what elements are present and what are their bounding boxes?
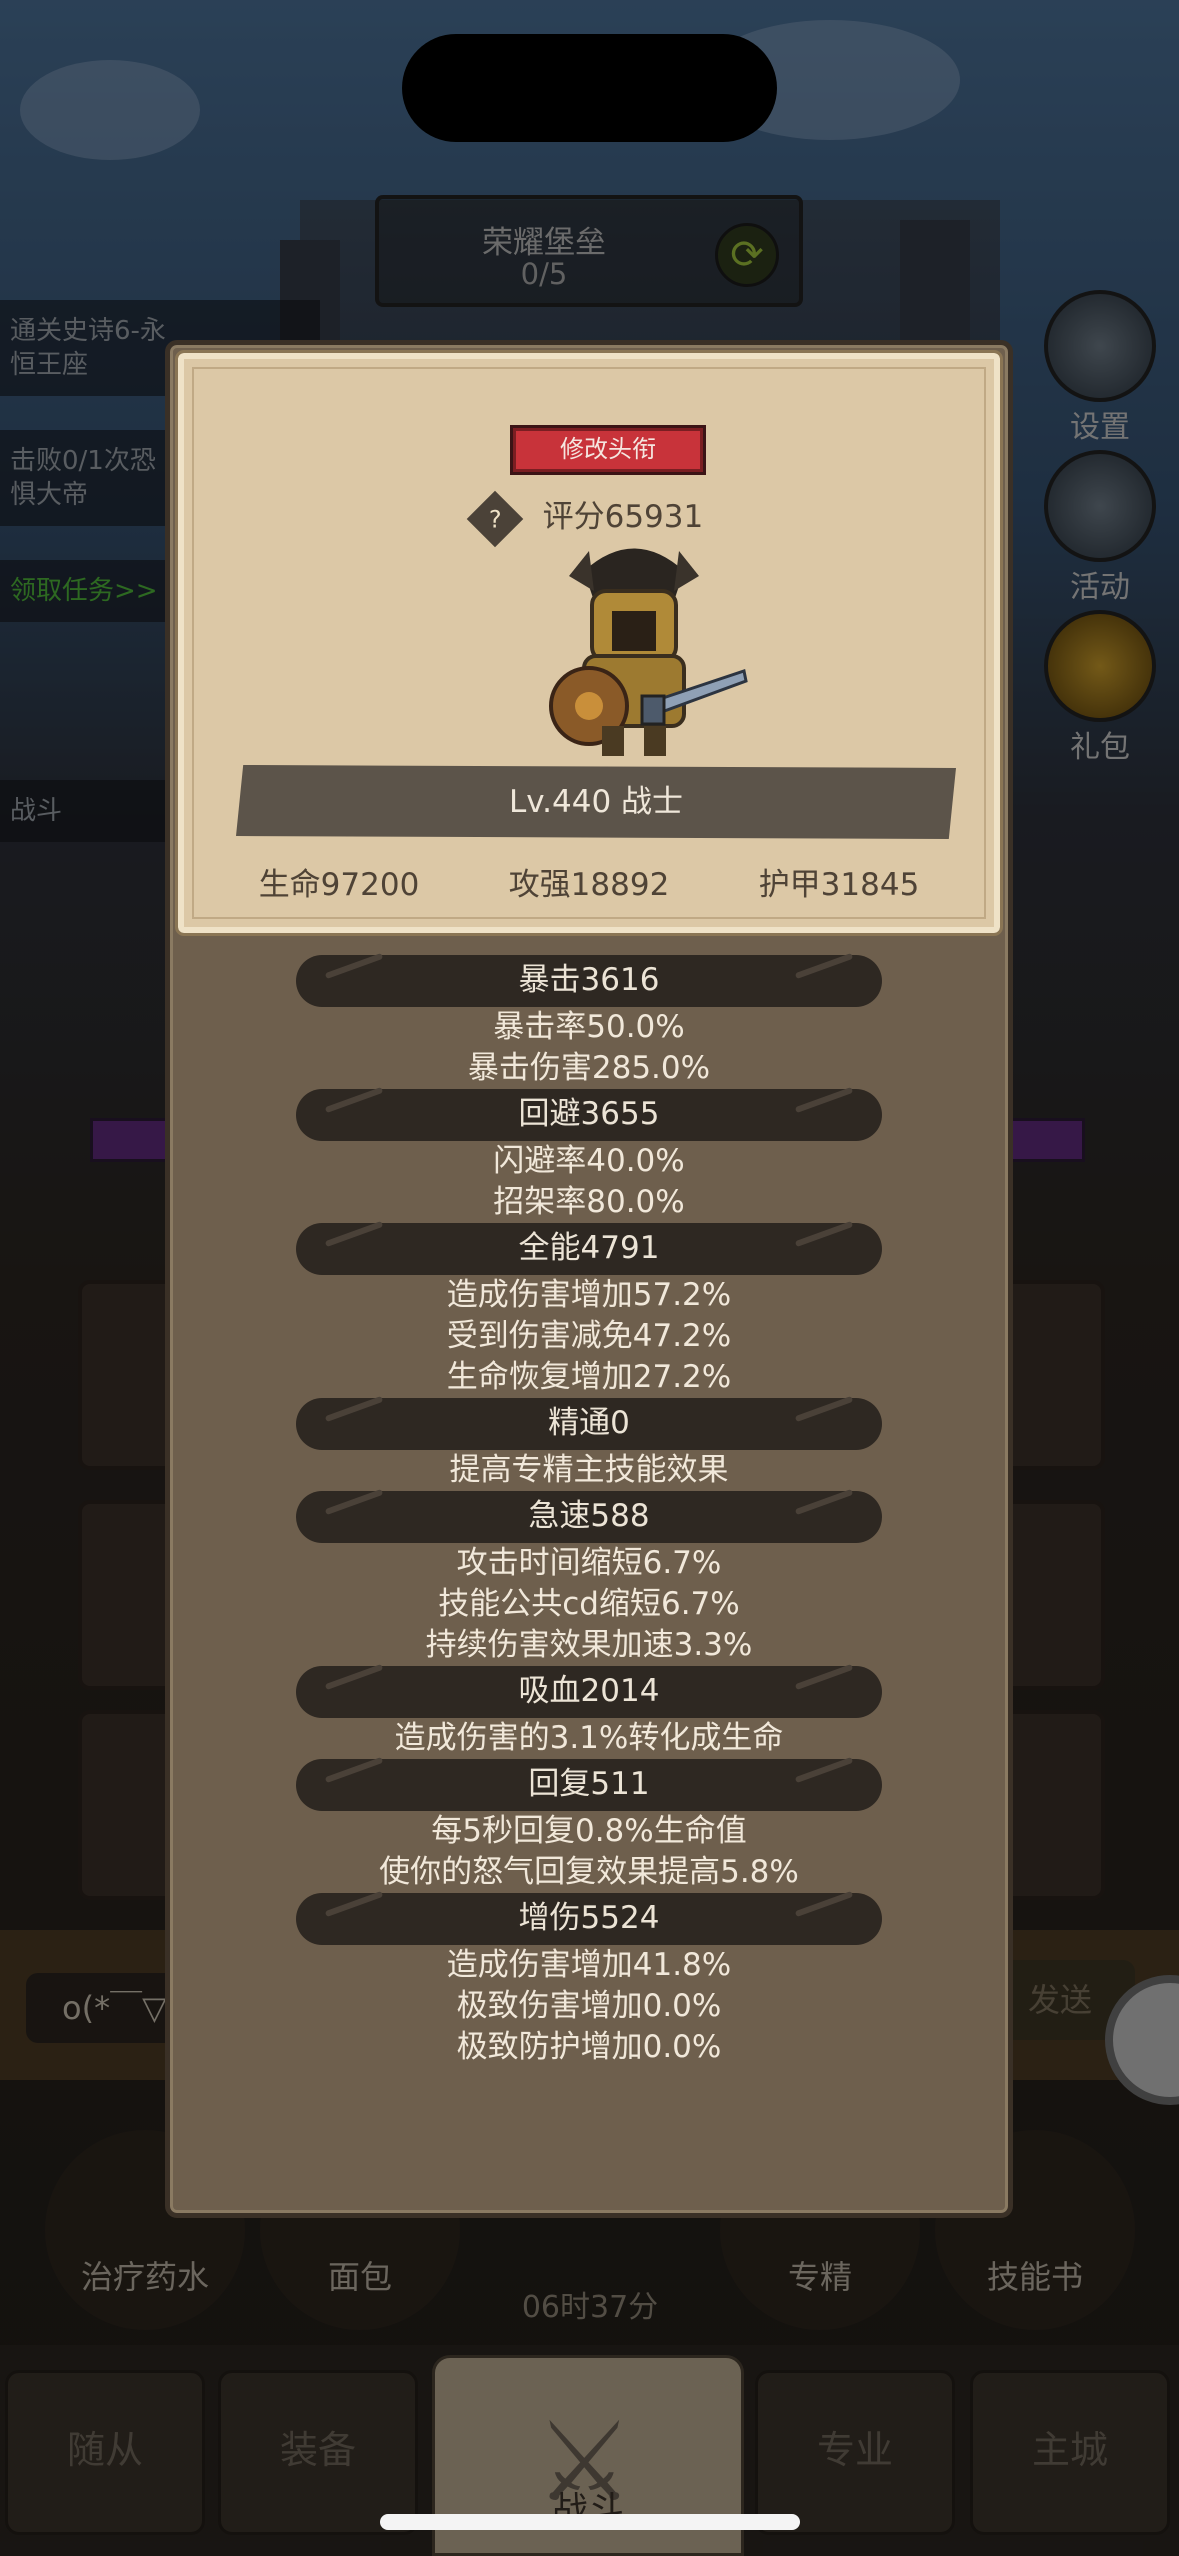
- attack-power-stat: 攻强18892: [508, 867, 670, 903]
- stat-line: 造成伤害的3.1%转化成生命: [394, 1720, 784, 1756]
- stat-line: 造成伤害增加41.8%: [446, 1947, 732, 1983]
- stat-group-regen: 回复511 每5秒回复0.8%生命值 使你的怒气回复效果提高5.8%: [170, 1759, 1008, 1893]
- rename-title-button[interactable]: 修改头衔: [510, 425, 706, 475]
- stat-line: 每5秒回复0.8%生命值: [431, 1813, 747, 1849]
- stat-header: 回避3655: [296, 1089, 882, 1141]
- base-stats-row: 生命97200 攻强18892 护甲31845: [184, 859, 994, 904]
- stat-group-haste: 急速588 攻击时间缩短6.7% 技能公共cd缩短6.7% 持续伤害效果加速3.…: [170, 1491, 1008, 1666]
- stat-group-mastery: 精通0 提高专精主技能效果: [170, 1398, 1008, 1491]
- stat-header: 全能4791: [296, 1223, 882, 1275]
- hp-stat: 生命97200: [258, 867, 420, 903]
- stat-header: 吸血2014: [296, 1666, 882, 1718]
- stat-header: 急速588: [296, 1491, 882, 1543]
- stat-group-crit: 暴击3616 暴击率50.0% 暴击伤害285.0%: [170, 955, 1008, 1089]
- stat-line: 攻击时间缩短6.7%: [456, 1545, 722, 1581]
- stat-line: 闪避率40.0%: [493, 1143, 685, 1179]
- stat-group-versatility: 全能4791 造成伤害增加57.2% 受到伤害减免47.2% 生命恢复增加27.…: [170, 1223, 1008, 1398]
- stat-line: 极致伤害增加0.0%: [456, 1988, 722, 2024]
- stat-line: 提高专精主技能效果: [449, 1452, 729, 1488]
- score-value: 评分65931: [542, 499, 704, 535]
- secondary-stats-list: 暴击3616 暴击率50.0% 暴击伤害285.0% 回避3655 闪避率40.…: [170, 955, 1008, 2068]
- armor-stat: 护甲31845: [758, 867, 920, 903]
- character-stats-modal: 修改头衔 ? 评分65931 Lv.440 战士 生命97200 攻强18892…: [165, 340, 1013, 2218]
- stat-line: 生命恢复增加27.2%: [446, 1359, 732, 1395]
- stat-group-lifesteal: 吸血2014 造成伤害的3.1%转化成生命: [170, 1666, 1008, 1759]
- character-card: 修改头衔 ? 评分65931 Lv.440 战士 生命97200 攻强18892…: [175, 350, 1003, 936]
- stat-line: 使你的怒气回复效果提高5.8%: [379, 1854, 799, 1890]
- stat-line: 暴击率50.0%: [493, 1009, 685, 1045]
- stat-header: 精通0: [296, 1398, 882, 1450]
- stat-header: 暴击3616: [296, 955, 882, 1007]
- stat-line: 受到伤害减免47.2%: [446, 1318, 732, 1354]
- stat-line: 招架率80.0%: [493, 1184, 685, 1220]
- stat-group-damage-bonus: 增伤5524 造成伤害增加41.8% 极致伤害增加0.0% 极致防护增加0.0%: [170, 1893, 1008, 2068]
- stat-header: 回复511: [296, 1759, 882, 1811]
- stat-line: 暴击伤害285.0%: [467, 1050, 711, 1086]
- stat-line: 持续伤害效果加速3.3%: [425, 1627, 753, 1663]
- stat-group-avoidance: 回避3655 闪避率40.0% 招架率80.0%: [170, 1089, 1008, 1223]
- warrior-avatar: [549, 548, 748, 756]
- level-class-banner: Lv.440 战士: [236, 765, 956, 839]
- stat-line: 造成伤害增加57.2%: [446, 1277, 732, 1313]
- stat-line: 技能公共cd缩短6.7%: [438, 1586, 740, 1622]
- home-indicator[interactable]: [380, 2514, 800, 2530]
- stat-line: 极致防护增加0.0%: [456, 2029, 722, 2065]
- stat-header: 增伤5524: [296, 1893, 882, 1945]
